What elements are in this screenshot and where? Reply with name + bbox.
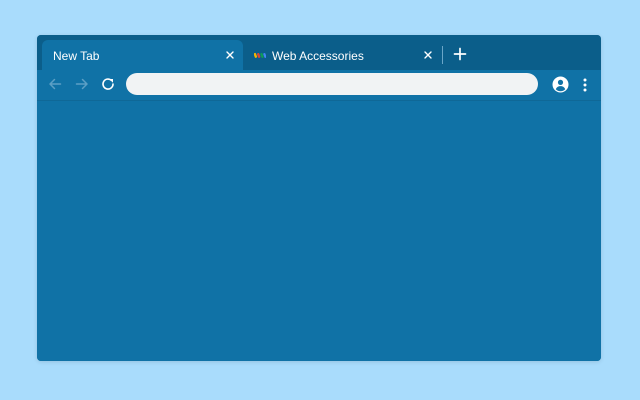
page-content-area — [37, 101, 601, 361]
tab-title: Web Accessories — [272, 49, 364, 63]
toolbar — [37, 70, 601, 101]
arrow-left-icon[interactable] — [47, 76, 63, 92]
tab-strip: New Tab Web Accessories — [37, 35, 601, 70]
web-accessories-favicon-icon — [254, 50, 266, 60]
tab-web-accessories[interactable]: Web Accessories — [245, 40, 441, 70]
address-bar-input[interactable] — [126, 73, 538, 95]
reload-icon[interactable] — [100, 76, 116, 92]
close-icon[interactable] — [422, 49, 434, 61]
account-circle-icon[interactable] — [552, 76, 569, 93]
plus-icon[interactable] — [453, 47, 467, 61]
browser-window: New Tab Web Accessories — [37, 35, 601, 361]
tab-title: New Tab — [53, 49, 100, 63]
more-vertical-icon[interactable] — [578, 77, 592, 93]
arrow-right-icon[interactable] — [74, 76, 90, 92]
tab-divider — [442, 46, 443, 64]
close-icon[interactable] — [224, 49, 236, 61]
tab-new-tab[interactable]: New Tab — [42, 40, 243, 70]
